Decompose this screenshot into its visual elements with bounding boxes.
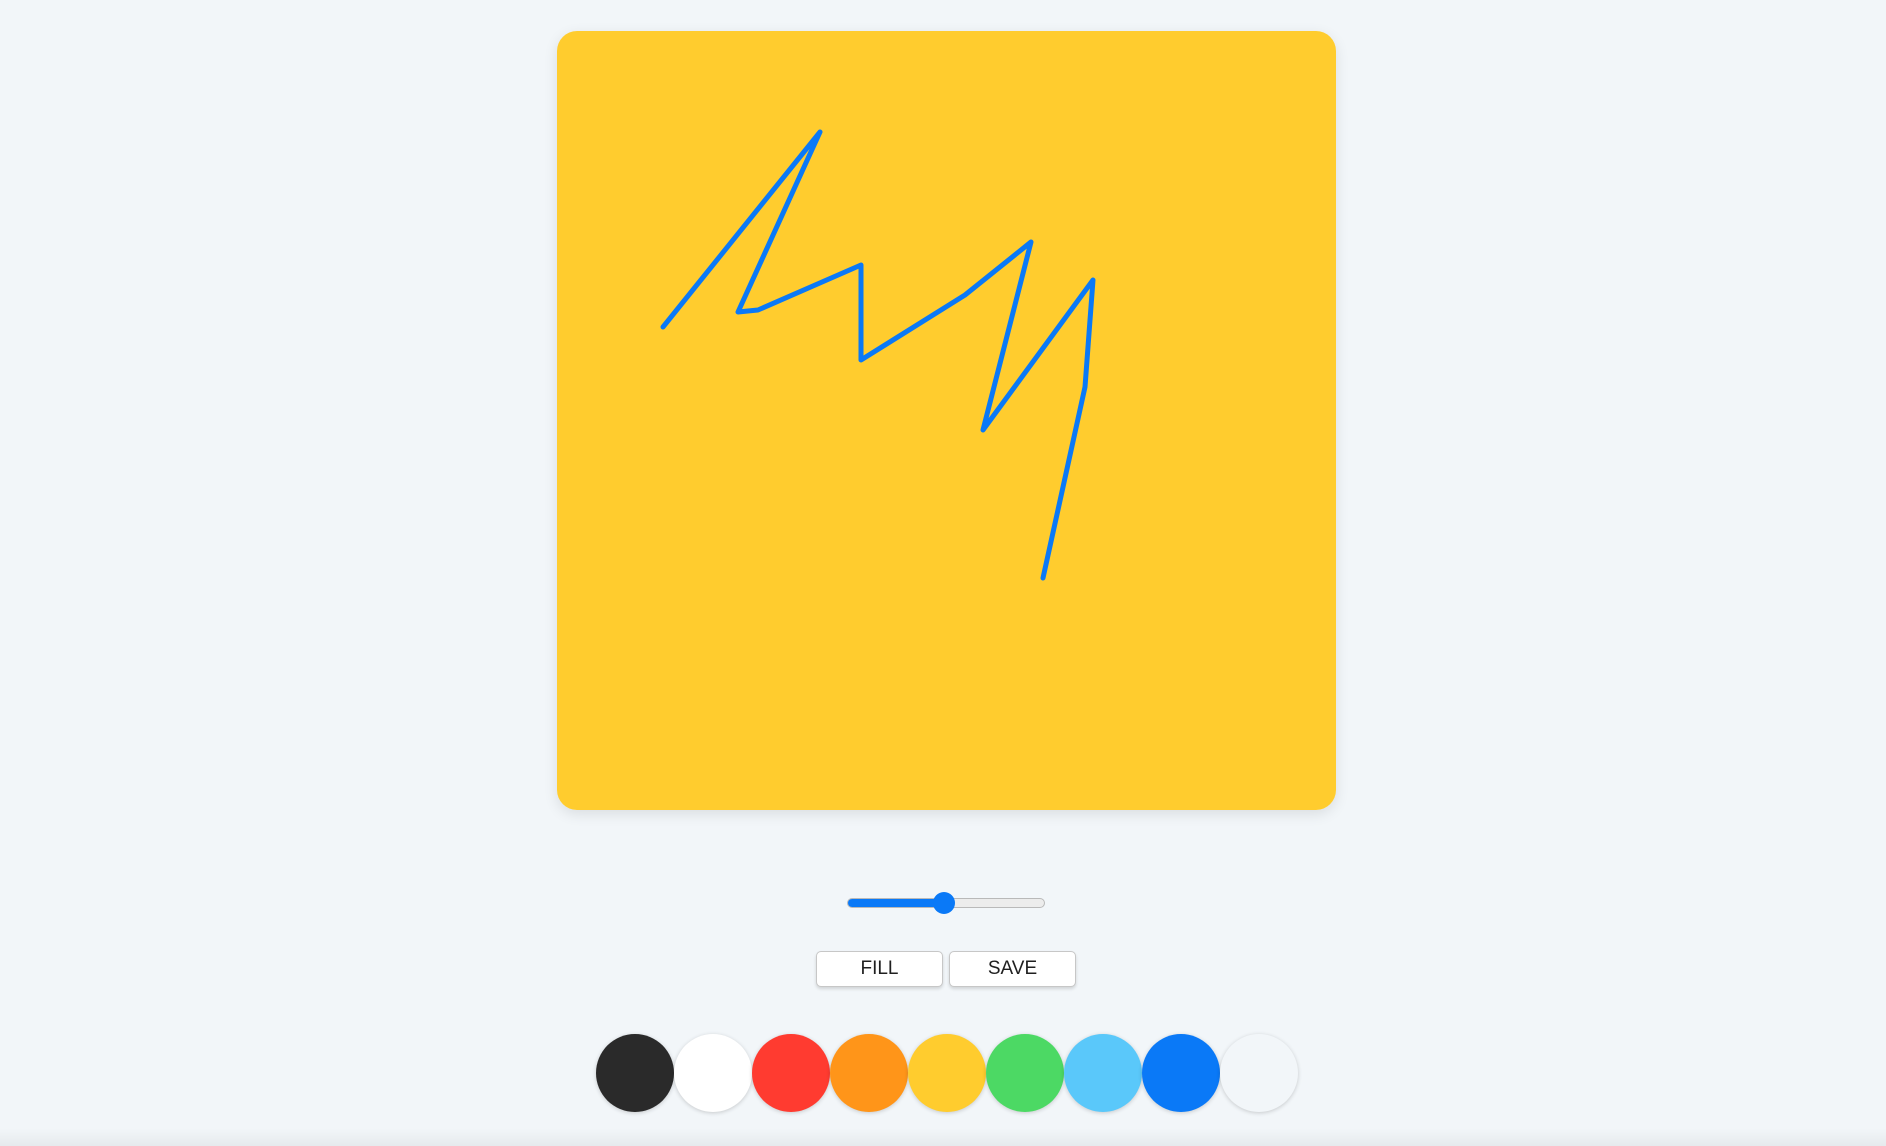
canvas-background xyxy=(557,31,1336,810)
action-buttons: FILL SAVE xyxy=(816,951,1076,987)
save-button[interactable]: SAVE xyxy=(949,951,1076,987)
drawing-surface[interactable] xyxy=(557,31,1336,810)
drawing-canvas[interactable] xyxy=(557,31,1336,810)
color-swatch-green[interactable] xyxy=(986,1034,1064,1112)
color-swatch-yellow[interactable] xyxy=(908,1034,986,1112)
slider-fill xyxy=(848,899,945,907)
color-swatch-orange[interactable] xyxy=(830,1034,908,1112)
brush-size-slider[interactable] xyxy=(847,892,1045,914)
bottom-shadow xyxy=(0,1128,1886,1146)
color-swatch-off-white[interactable] xyxy=(1220,1034,1298,1112)
color-swatch-red[interactable] xyxy=(752,1034,830,1112)
slider-thumb[interactable] xyxy=(933,892,956,914)
color-swatch-white[interactable] xyxy=(674,1034,752,1112)
color-swatch-black[interactable] xyxy=(596,1034,674,1112)
color-swatch-blue[interactable] xyxy=(1142,1034,1220,1112)
fill-button[interactable]: FILL xyxy=(816,951,943,987)
color-swatch-light-blue[interactable] xyxy=(1064,1034,1142,1112)
